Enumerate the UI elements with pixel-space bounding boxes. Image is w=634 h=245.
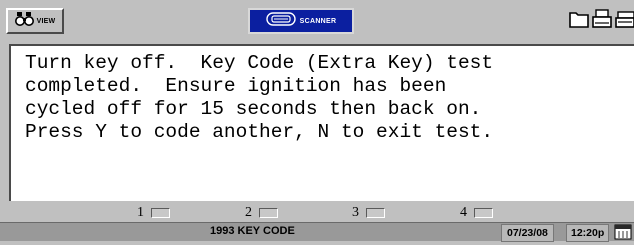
message-line: Press Y to code another, N to exit test.: [25, 121, 494, 143]
message-line: cycled off for 15 seconds then back on.: [25, 98, 482, 120]
softkey-4-indicator: [474, 207, 493, 218]
scanner-button[interactable]: SCANNER: [248, 8, 354, 34]
message-text: Turn key off. Key Code (Extra Key) test …: [11, 46, 634, 144]
softkey-3-indicator: [366, 207, 385, 218]
status-time: 12:20p: [566, 224, 610, 242]
scanner-icon: [265, 11, 296, 31]
message-line: completed. Ensure ignition has been: [25, 75, 447, 97]
softkey-2-indicator: [259, 207, 278, 218]
softkey-3-label: 3: [352, 204, 359, 220]
message-panel: Turn key off. Key Code (Extra Key) test …: [9, 44, 634, 201]
softkey-bar: 1 2 3 4: [9, 204, 634, 221]
status-bar: 1993 KEY CODE 07/23/08 12:20p: [0, 222, 634, 242]
softkey-1[interactable]: 1: [137, 204, 170, 221]
print-button[interactable]: [591, 8, 613, 34]
binoculars-icon: [14, 11, 35, 32]
softkey-2[interactable]: 2: [245, 204, 278, 221]
view-button[interactable]: VIEW: [6, 8, 64, 34]
softkey-2-label: 2: [245, 204, 252, 220]
view-button-label: VIEW: [36, 17, 56, 25]
folder-button[interactable]: [568, 8, 590, 34]
status-date: 07/23/08: [501, 224, 554, 242]
printer-icon: [591, 8, 613, 35]
softkey-4[interactable]: 4: [460, 204, 493, 221]
scanner-button-label: SCANNER: [299, 17, 337, 25]
toolbar: VIEW SCANNER: [0, 0, 634, 40]
message-line: Turn key off. Key Code (Extra Key) test: [25, 52, 494, 74]
calendar-icon: [614, 224, 632, 240]
folder-icon: [568, 9, 590, 34]
softkey-3[interactable]: 3: [352, 204, 385, 221]
status-title: 1993 KEY CODE: [210, 225, 295, 237]
tools-button[interactable]: [614, 8, 634, 34]
softkey-1-label: 1: [137, 204, 144, 220]
tools-icon: [614, 8, 634, 34]
softkey-1-indicator: [151, 207, 170, 218]
softkey-4-label: 4: [460, 204, 467, 220]
